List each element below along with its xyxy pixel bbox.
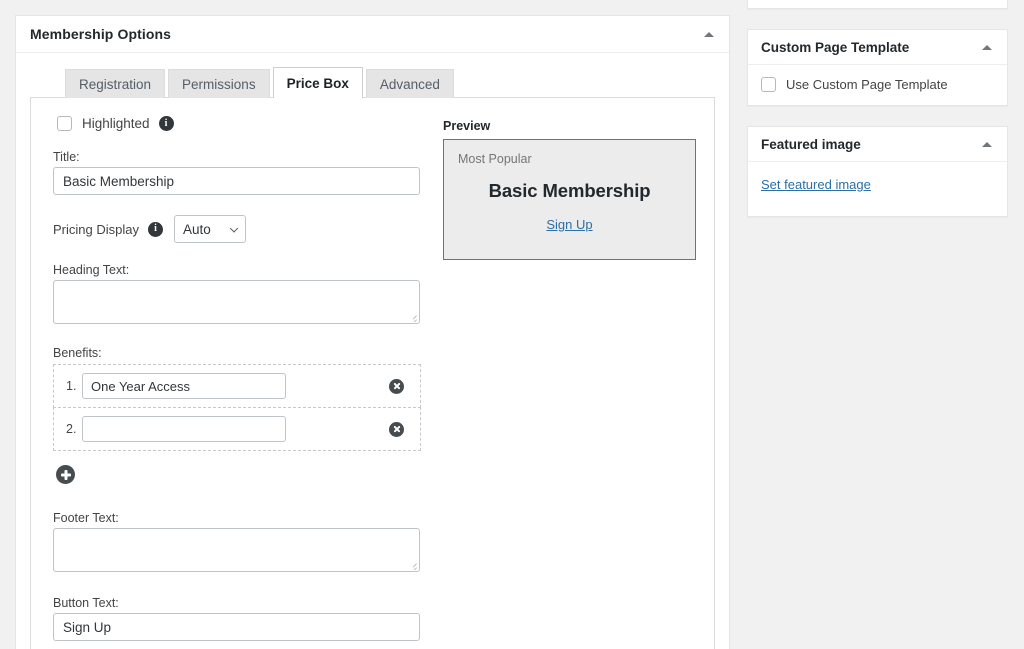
benefit-row: 2.: [53, 407, 421, 451]
tab-permissions[interactable]: Permissions: [168, 69, 270, 98]
chevron-up-icon[interactable]: [699, 24, 719, 44]
remove-circle-icon[interactable]: [389, 422, 404, 437]
heading-text-block: Heading Text:: [53, 263, 421, 324]
heading-text-label: Heading Text:: [53, 263, 421, 277]
custom-page-template-title: Custom Page Template: [761, 40, 909, 55]
button-text-label: Button Text:: [53, 596, 421, 610]
heading-text-textarea[interactable]: [53, 280, 420, 324]
footer-text-label: Footer Text:: [53, 511, 421, 525]
triangle-glyph: [982, 45, 992, 50]
featured-image-title: Featured image: [761, 137, 861, 152]
preview-signup-link[interactable]: Sign Up: [458, 217, 681, 232]
highlighted-row: Highlighted i: [53, 116, 421, 131]
chevron-up-icon[interactable]: [977, 134, 997, 154]
tab-registration[interactable]: Registration: [65, 69, 165, 98]
tab-advanced[interactable]: Advanced: [366, 69, 454, 98]
button-text-input[interactable]: [53, 613, 420, 641]
benefit-row: 1.: [53, 364, 421, 408]
benefit-index: 1.: [66, 379, 82, 393]
tab-bar: Registration Permissions Price Box Advan…: [65, 67, 715, 98]
pricing-display-select[interactable]: Auto: [174, 215, 246, 243]
add-benefit-button[interactable]: [56, 465, 75, 484]
featured-image-body: Set featured image: [748, 162, 1007, 216]
remove-circle-icon[interactable]: [389, 379, 404, 394]
triangle-glyph: [704, 32, 714, 37]
chevron-down-icon: [230, 224, 238, 232]
metabox-body: Registration Permissions Price Box Advan…: [16, 53, 729, 649]
use-custom-page-template-label: Use Custom Page Template: [786, 77, 948, 92]
featured-image-panel: Featured image Set featured image: [747, 126, 1008, 217]
benefit-input[interactable]: [82, 373, 286, 399]
membership-options-metabox: Membership Options Registration Permissi…: [15, 15, 730, 649]
remove-glyph: [389, 422, 404, 437]
sidebar: Custom Page Template Use Custom Page Tem…: [747, 0, 1008, 237]
title-field-block: Title:: [53, 150, 421, 195]
featured-image-header: Featured image: [748, 127, 1007, 162]
remove-glyph: [389, 379, 404, 394]
custom-page-template-header: Custom Page Template: [748, 30, 1007, 65]
resize-handle-icon[interactable]: [407, 560, 417, 570]
footer-text-block: Footer Text:: [53, 511, 421, 572]
preview-title: Basic Membership: [458, 180, 681, 202]
preview-most-popular-text: Most Popular: [458, 152, 681, 166]
benefits-list: 1. 2.: [53, 364, 421, 451]
highlighted-label: Highlighted: [82, 116, 150, 131]
custom-page-template-body: Use Custom Page Template: [748, 65, 1007, 105]
use-custom-page-template-row: Use Custom Page Template: [761, 77, 994, 92]
highlighted-checkbox[interactable]: [57, 116, 72, 131]
chevron-up-icon[interactable]: [977, 37, 997, 57]
title-input[interactable]: [53, 167, 420, 195]
pricing-display-label: Pricing Display: [53, 222, 139, 237]
metabox-title: Membership Options: [30, 26, 171, 42]
sidebar-panel-partial: [747, 0, 1008, 9]
preview-label: Preview: [443, 119, 696, 133]
info-icon-highlighted[interactable]: i: [159, 116, 174, 131]
set-featured-image-link[interactable]: Set featured image: [761, 177, 871, 192]
footer-text-textarea[interactable]: [53, 528, 420, 572]
use-custom-page-template-checkbox[interactable]: [761, 77, 776, 92]
resize-handle-icon[interactable]: [407, 312, 417, 322]
pricing-display-row: Pricing Display i Auto: [53, 215, 421, 243]
benefits-label: Benefits:: [53, 346, 421, 360]
plus-circle-icon: [56, 465, 75, 484]
metabox-header: Membership Options: [16, 16, 729, 53]
price-box-preview: Most Popular Basic Membership Sign Up: [443, 139, 696, 260]
price-box-form: Highlighted i Title: Pricing Display i A…: [53, 116, 421, 649]
benefit-input[interactable]: [82, 416, 286, 442]
panel-columns: Highlighted i Title: Pricing Display i A…: [53, 116, 696, 649]
tab-price-box[interactable]: Price Box: [273, 67, 363, 98]
triangle-glyph: [982, 142, 992, 147]
title-label: Title:: [53, 150, 421, 164]
benefit-index: 2.: [66, 422, 82, 436]
price-box-panel: Highlighted i Title: Pricing Display i A…: [30, 97, 715, 649]
custom-page-template-panel: Custom Page Template Use Custom Page Tem…: [747, 29, 1008, 106]
admin-screen: Membership Options Registration Permissi…: [0, 0, 1024, 649]
button-text-block: Button Text:: [53, 596, 421, 641]
info-icon-pricing-display[interactable]: i: [148, 222, 163, 237]
pricing-display-selected-value: Auto: [183, 222, 211, 237]
preview-column: Preview Most Popular Basic Membership Si…: [421, 116, 696, 649]
